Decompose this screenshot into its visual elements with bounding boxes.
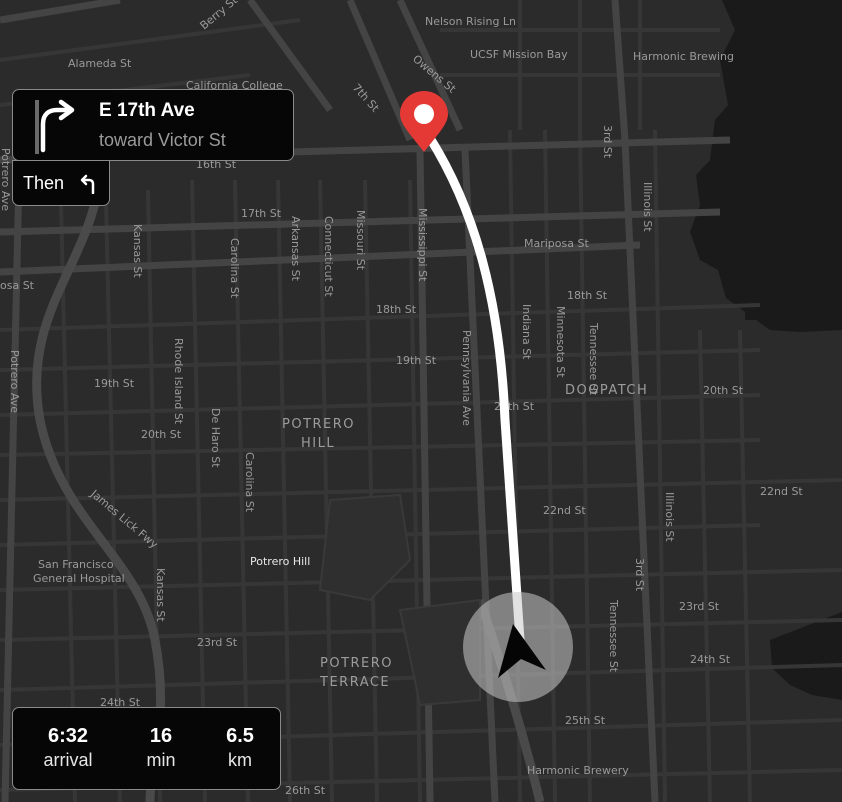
label-20th-left: 20th St (141, 428, 182, 441)
pin-center-dot (414, 104, 434, 124)
label-24th-right: 24th St (690, 653, 731, 666)
label-22nd-mid: 22nd St (543, 504, 586, 517)
maneuver-card[interactable]: E 17th Ave toward Victor St (12, 89, 294, 161)
area-dogpatch: DOGPATCH (565, 383, 648, 398)
label-3rd-top: 3rd St (601, 125, 614, 159)
label-tennessee-top: Tennessee St (587, 322, 600, 396)
label-missouri: Missouri St (354, 210, 367, 271)
poi-sf-general-line2: General Hospital (33, 572, 125, 585)
label-3rd-mid: 3rd St (633, 558, 646, 592)
label-nelson-rising: Nelson Rising Ln (425, 15, 516, 28)
poi-sf-general-line1: San Francisco (38, 558, 114, 571)
label-rhode-island: Rhode Island St (172, 338, 185, 425)
area-potrero-hill-line2: HILL (301, 436, 335, 451)
duration-value: 16 (149, 725, 173, 747)
arrival-stat: 6:32 arrival (28, 724, 108, 772)
label-indiana: Indiana St (520, 304, 533, 360)
maneuver-street: E 17th Ave (99, 100, 195, 121)
area-potrero-terrace-line1: POTRERO (320, 656, 393, 671)
label-potrero-ave: Potrero Ave (8, 350, 21, 413)
label-connecticut: Connecticut St (322, 216, 335, 297)
duration-stat: 16 min (121, 724, 201, 772)
label-illinois-top: Illinois St (641, 182, 654, 232)
label-mariposa: Mariposa St (524, 237, 589, 250)
label-seventeenth: 17th St (241, 207, 282, 220)
arrival-time: 6:32 (47, 725, 89, 747)
label-potrero-ave-top: Potrero Ave (0, 148, 12, 211)
label-illinois-mid: Illinois St (663, 492, 676, 542)
label-carolina-top: Carolina St (228, 238, 241, 299)
label-carolina-mid: Carolina St (243, 452, 256, 513)
label-20th-right: 20th St (703, 384, 744, 397)
label-23rd-left: 23rd St (197, 636, 238, 649)
pier-water-2 (745, 245, 804, 322)
distance-stat: 6.5 km (200, 724, 280, 772)
label-pennsylvania: Pennsylvania Ave (460, 330, 473, 426)
duration-unit: min (146, 750, 176, 770)
distance-unit: km (228, 750, 252, 770)
label-kansas-top: Kansas St (131, 224, 144, 278)
poi-potrero-hill: Potrero Hill (250, 555, 310, 568)
label-minnesota: Minnesota St (554, 306, 567, 378)
label-tennessee: Tennessee St (607, 599, 620, 673)
label-arkansas: Arkansas St (289, 216, 302, 282)
label-23rd-right: 23rd St (679, 600, 720, 613)
turn-right-arrow-icon (35, 99, 75, 154)
then-card[interactable]: Then (12, 160, 110, 206)
label-18th-right: 18th St (567, 289, 608, 302)
label-19th-left: 19th St (94, 377, 135, 390)
label-18th-left: 18th St (376, 303, 417, 316)
label-alameda: Alameda St (68, 57, 132, 70)
label-harmonic-brewery: Harmonic Brewery (527, 764, 629, 777)
label-osa: osa St (0, 279, 35, 292)
label-mississippi: Mississippi St (416, 208, 429, 282)
then-label: Then (23, 173, 65, 193)
label-harmonic-brewing: Harmonic Brewing (633, 50, 734, 63)
label-25th: 25th St (565, 714, 606, 727)
label-de-haro: De Haro St (209, 408, 222, 468)
trip-summary-card[interactable]: 6:32 arrival 16 min 6.5 km (12, 707, 281, 790)
label-26th: 26th St (285, 784, 326, 797)
maneuver-toward: toward Victor St (99, 130, 226, 150)
distance-value: 6.5 (226, 725, 254, 747)
label-kansas-bottom: Kansas St (154, 568, 167, 622)
arrival-label: arrival (43, 750, 93, 770)
label-22nd-right: 22nd St (760, 485, 803, 498)
current-location-puck (463, 592, 573, 702)
label-ucsf: UCSF Mission Bay (470, 48, 568, 61)
area-potrero-terrace-line2: TERRACE (319, 675, 390, 690)
label-19th-mid: 19th St (396, 354, 437, 367)
turn-left-arrow-icon (80, 174, 95, 194)
area-potrero-hill-line1: POTRERO (282, 417, 355, 432)
